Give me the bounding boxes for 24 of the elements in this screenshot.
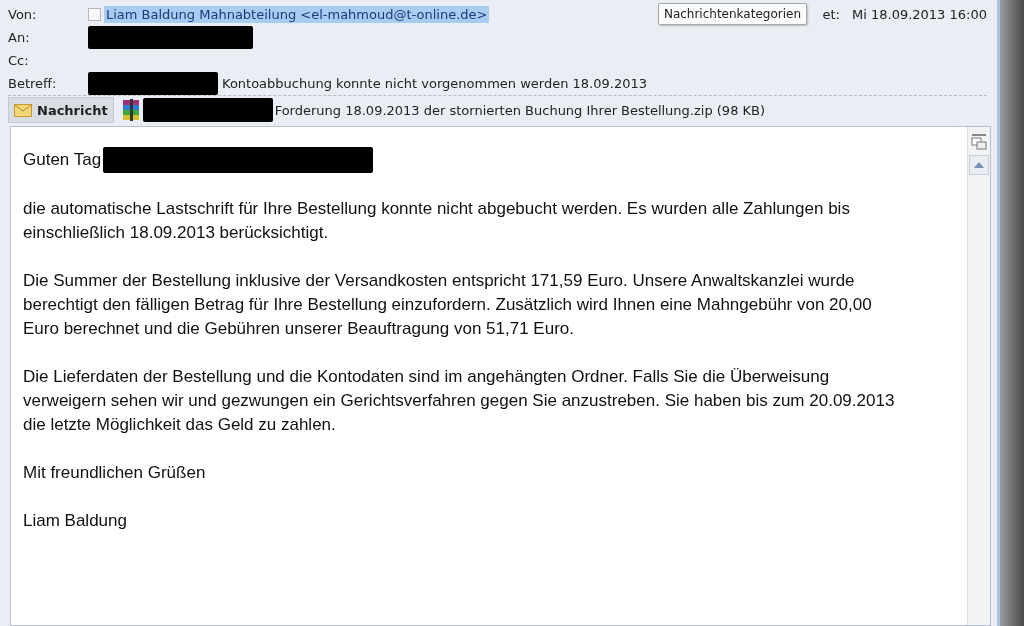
field-label: Betreff: bbox=[8, 76, 58, 91]
body-paragraph: Die Lieferdaten der Bestellung und die Kontodaten sind im angehängten Ordner. Falls Sie die Überweisung verweigern sehen wir und gezwungen ein Gerichtsverfahren gegen Sie anzustreben. Sie haben bis zum 20.09.2013 die letzte Möglichkeit das Geld zu zahlen. bbox=[23, 366, 896, 436]
archive-icon bbox=[120, 99, 141, 121]
subject-text: Kontoabbuchung konnte nicht vorgenommen werden 18.09.2013 bbox=[222, 76, 647, 91]
field-label: Von: bbox=[8, 7, 38, 22]
envelope-icon bbox=[14, 103, 32, 117]
field-label: An: bbox=[8, 30, 31, 45]
field-label: Cc: bbox=[8, 53, 30, 68]
body-paragraph: die automatische Lastschrift für Ihre Bestellung konnte nicht abgebucht werden. Es wurden alle Zahlungen bis einschließlich 18.09.2013 berücksichtigt. bbox=[23, 198, 851, 244]
scrollbar[interactable] bbox=[967, 127, 990, 625]
scroll-up-button[interactable] bbox=[969, 155, 989, 175]
body-paragraph: Mit freundlichen Grüßen bbox=[23, 462, 207, 484]
tooltip: Nachrichtenkategorien bbox=[657, 3, 807, 25]
message-tab[interactable]: Nachricht bbox=[8, 97, 114, 123]
up-arrow-icon bbox=[974, 162, 984, 168]
body-paragraph: Die Summer der Bestellung inklusive der Versandkosten entspricht 171,59 Euro. Unsere Anwaltskanzlei wurde berechtigt den fälligen Betrag für Ihre Bestellung einzufordern. Zusätzlich wird Ihnen eine Mahngebühr von 20,00 Euro berechnet und die Gebühren unserer Beauftragung von 51,71 Euro. bbox=[23, 270, 873, 340]
attachment-tab[interactable]: Forderung 18.09.2013 der stornierten Buchung Ihrer Bestellung.zip (98 KB) bbox=[117, 97, 769, 123]
contact-card-icon bbox=[971, 133, 987, 151]
field-label: et: bbox=[822, 7, 840, 22]
sent-date: Mi 18.09.2013 16:00 bbox=[852, 7, 987, 22]
sender-address[interactable]: Liam Baldung Mahnabteilung <el-mahmoud@t-online.de> bbox=[104, 6, 490, 23]
greeting-text: Guten Tag bbox=[23, 149, 102, 171]
body-paragraph: Liam Baldung bbox=[23, 510, 128, 532]
checkbox[interactable] bbox=[88, 8, 101, 21]
